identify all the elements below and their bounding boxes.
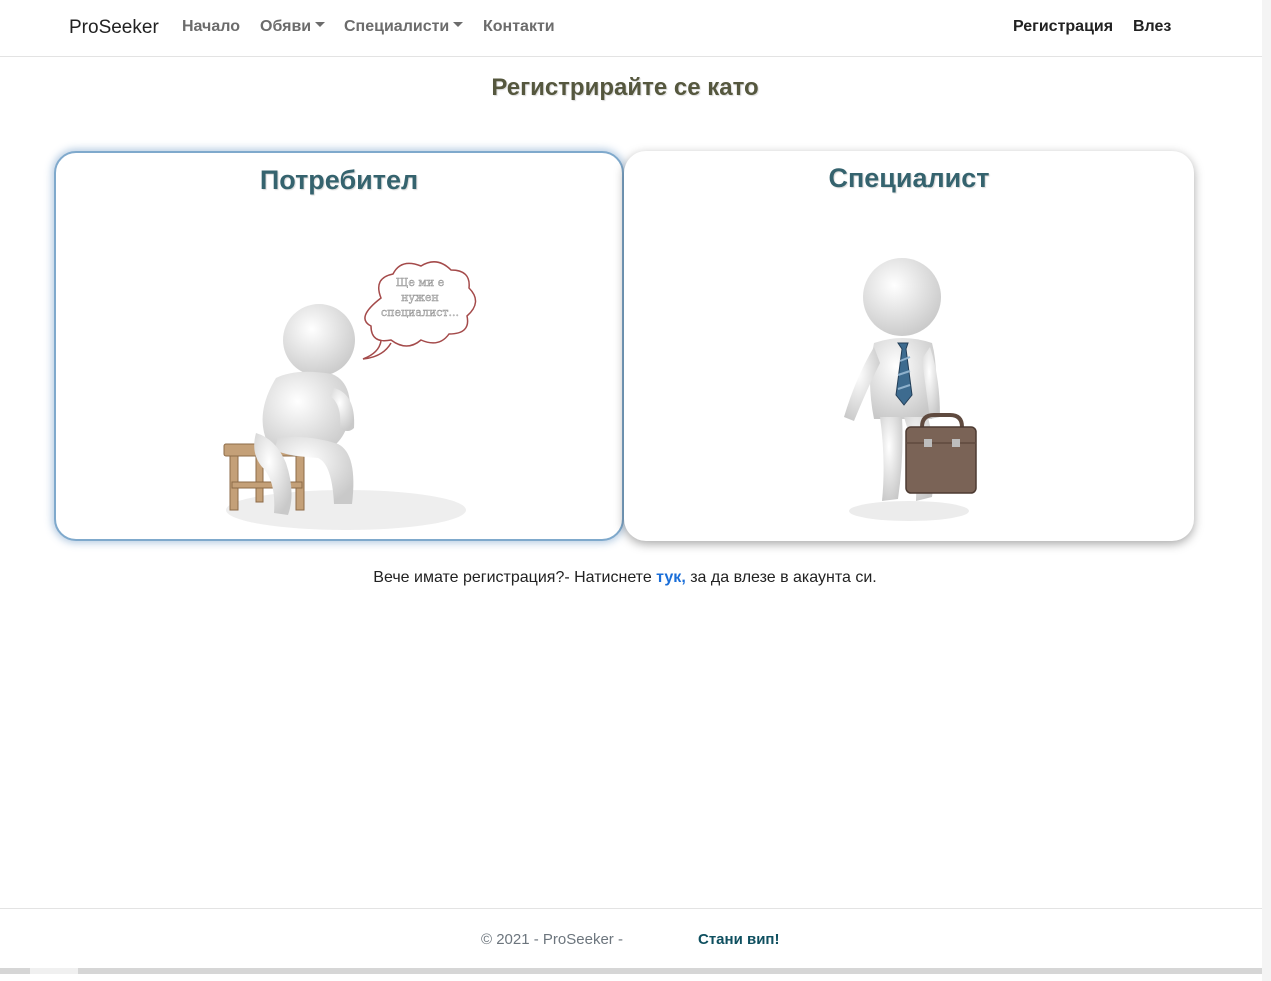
page-title: Регистрирайте се като bbox=[491, 74, 759, 101]
login-prompt-suffix: за да влезе в акаунта си. bbox=[685, 569, 877, 586]
register-link[interactable]: Регистрация bbox=[1013, 18, 1113, 36]
brand-logo[interactable]: ProSeeker bbox=[69, 17, 159, 39]
navbar: ProSeeker Начало Обяви Специалисти Конта… bbox=[0, 0, 1262, 57]
card-specialist-title: Специалист bbox=[828, 163, 990, 193]
login-here-link[interactable]: тук, bbox=[656, 569, 686, 586]
nav-ads-dropdown[interactable]: Обяви bbox=[260, 18, 326, 36]
nav-ads-label: Обяви bbox=[260, 18, 312, 35]
footer: © 2021 - ProSeeker - Стани вип! bbox=[0, 908, 1262, 968]
horizontal-scrollbar-thumb[interactable] bbox=[30, 968, 78, 974]
footer-copyright: © 2021 - ProSeeker - bbox=[481, 931, 623, 948]
nav-contacts[interactable]: Контакти bbox=[483, 18, 555, 36]
nav-contacts-label: Контакти bbox=[483, 18, 555, 35]
page: ProSeeker Начало Обяви Специалисти Конта… bbox=[0, 0, 1271, 981]
login-prompt-prefix: Вече имате регистрация?- Натиснете bbox=[373, 569, 657, 586]
speech-bubble-icon: Ще ми е нужен специалист... bbox=[362, 261, 477, 360]
svg-text:нужен: нужен bbox=[401, 291, 439, 304]
card-consumer[interactable]: Потребител Ще ми е нужен специалист... bbox=[54, 151, 624, 541]
briefcase-icon bbox=[905, 413, 977, 494]
caret-down-icon bbox=[453, 22, 464, 28]
nav-home[interactable]: Начало bbox=[182, 18, 240, 36]
caret-down-icon bbox=[315, 22, 326, 28]
svg-text:специалист...: специалист... bbox=[381, 306, 459, 319]
nav-specialists-dropdown[interactable]: Специалисти bbox=[344, 18, 464, 36]
become-vip-link[interactable]: Стани вип! bbox=[698, 931, 779, 948]
card-consumer-title: Потребител bbox=[259, 165, 419, 195]
thinking-person-illustration: Ще ми е нужен специалист... bbox=[223, 261, 477, 530]
horizontal-scrollbar[interactable] bbox=[0, 968, 1262, 974]
nav-specialists-label: Специалисти bbox=[344, 18, 450, 35]
nav-home-label: Начало bbox=[182, 18, 240, 35]
vertical-scrollbar[interactable] bbox=[1262, 0, 1271, 981]
card-specialist[interactable]: Специалист bbox=[624, 151, 1194, 541]
svg-text:Ще ми е: Ще ми е bbox=[396, 276, 444, 289]
login-link[interactable]: Влез bbox=[1133, 18, 1171, 36]
businessman-illustration bbox=[844, 258, 977, 521]
login-prompt: Вече имате регистрация?- Натиснете тук, … bbox=[0, 569, 1250, 587]
